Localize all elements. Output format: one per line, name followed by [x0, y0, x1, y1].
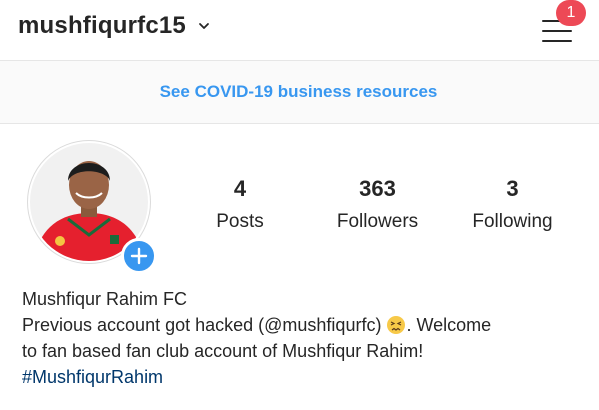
profile-name: Mushfiqur Rahim FC: [22, 289, 188, 309]
profile-bio: Mushfiqur Rahim FC Previous account got …: [22, 286, 592, 390]
posts-count: 4: [233, 176, 247, 201]
plus-icon: [130, 247, 148, 265]
following-stat[interactable]: 3 Following: [460, 176, 565, 234]
hashtag-link[interactable]: #MushfiqurRahim: [22, 364, 592, 390]
profile-header: mushfiqurfc15 1: [0, 0, 599, 58]
following-count: 3: [506, 176, 519, 201]
following-label: Following: [472, 211, 553, 232]
bio-text-post: . Welcome: [406, 315, 492, 335]
add-story-button[interactable]: [121, 238, 157, 274]
covid-resources-banner: See COVID-19 business resources: [0, 60, 599, 124]
bio-text-pre: Previous account got hacked (@mushfiqurf…: [22, 315, 387, 335]
chevron-down-icon: [199, 23, 209, 29]
bio-line-2: to fan based fan club account of Mushfiq…: [22, 341, 424, 361]
posts-label: Posts: [216, 211, 264, 232]
posts-stat[interactable]: 4 Posts: [205, 176, 275, 234]
notification-badge: 1: [556, 0, 586, 26]
account-switcher[interactable]: mushfiqurfc15: [18, 10, 210, 42]
covid-resources-link[interactable]: See COVID-19 business resources: [160, 82, 438, 102]
username: mushfiqurfc15: [18, 12, 186, 39]
followers-stat[interactable]: 363 Followers: [320, 176, 435, 234]
bio-line-1: Previous account got hacked (@mushfiqurf…: [22, 312, 592, 338]
persevering-face-emoji: [387, 316, 406, 334]
followers-label: Followers: [336, 211, 419, 232]
followers-count: 363: [359, 176, 396, 201]
